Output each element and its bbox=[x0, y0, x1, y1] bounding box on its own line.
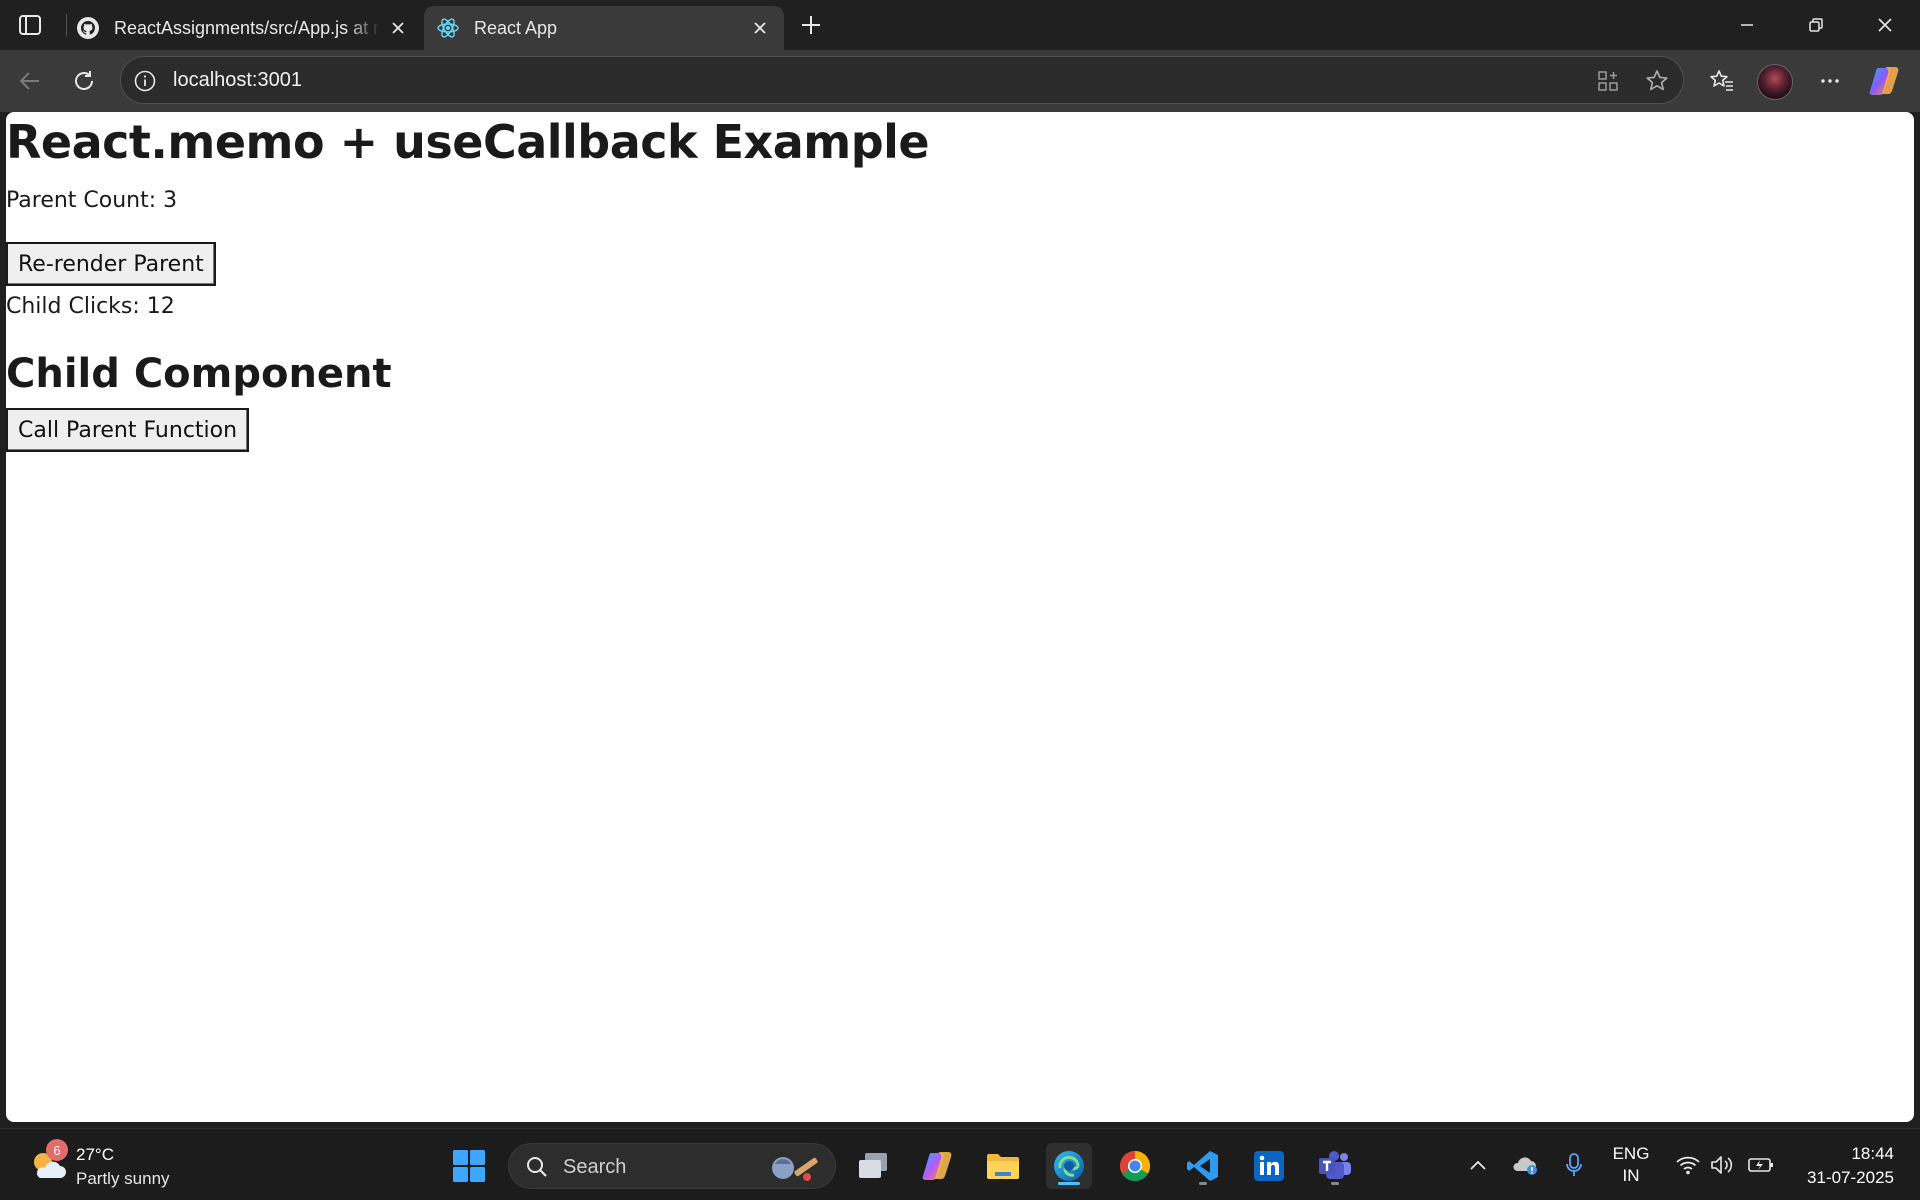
tab-title: React App bbox=[474, 17, 558, 38]
weather-temperature: 27°C bbox=[76, 1145, 114, 1164]
copilot-app-icon[interactable] bbox=[914, 1143, 960, 1189]
search-highlight-cricket-icon bbox=[772, 1157, 818, 1181]
language-line-2: IN bbox=[1622, 1166, 1640, 1185]
active-indicator bbox=[1058, 1182, 1080, 1185]
site-info-icon[interactable] bbox=[133, 69, 157, 93]
show-hidden-icons-chevron-up-icon[interactable] bbox=[1466, 1147, 1490, 1183]
language-line-1: ENG bbox=[1612, 1144, 1650, 1163]
volume-icon[interactable] bbox=[1708, 1147, 1736, 1183]
edge-browser-icon[interactable] bbox=[1046, 1143, 1092, 1189]
file-explorer-icon[interactable] bbox=[980, 1143, 1026, 1189]
favorite-star-icon[interactable] bbox=[1643, 67, 1671, 95]
back-icon[interactable] bbox=[12, 63, 48, 99]
refresh-icon[interactable] bbox=[66, 63, 102, 99]
open-indicator bbox=[1331, 1182, 1339, 1185]
call-parent-function-button[interactable]: Call Parent Function bbox=[6, 408, 250, 452]
notification-badge: 6 bbox=[46, 1139, 68, 1161]
close-tab-icon[interactable] bbox=[386, 16, 410, 40]
clock-date: 31-07-2025 bbox=[1807, 1168, 1894, 1187]
github-icon bbox=[77, 17, 99, 39]
app-available-icon[interactable] bbox=[1594, 67, 1622, 95]
start-icon[interactable] bbox=[446, 1143, 492, 1189]
search-label: Search bbox=[563, 1156, 627, 1178]
tab-actions-icon[interactable] bbox=[14, 12, 46, 38]
profile-avatar[interactable] bbox=[1757, 64, 1793, 100]
browser-tab-bar: ReactAssignments/src/App.js at m React A… bbox=[0, 0, 1920, 50]
close-window-icon[interactable] bbox=[1865, 8, 1905, 42]
new-tab-button[interactable] bbox=[796, 10, 826, 40]
microphone-icon[interactable] bbox=[1562, 1147, 1586, 1183]
react-icon bbox=[437, 18, 459, 38]
favorites-icon[interactable] bbox=[1704, 63, 1740, 99]
page-title: React.memo + useCallback Example bbox=[6, 115, 930, 169]
wifi-icon[interactable] bbox=[1674, 1147, 1702, 1183]
open-indicator bbox=[1199, 1182, 1207, 1185]
tab-title: ReactAssignments/src/App.js at m bbox=[114, 17, 380, 38]
child-clicks-text: Child Clicks: 12 bbox=[6, 294, 175, 319]
taskbar-search[interactable]: Search bbox=[508, 1143, 836, 1189]
weather-widget[interactable]: 6 27°C Partly sunny bbox=[28, 1139, 208, 1191]
windows-taskbar: 6 27°C Partly sunny Search ENG IN 18:44 … bbox=[0, 1128, 1920, 1200]
linkedin-icon[interactable] bbox=[1246, 1143, 1292, 1189]
address-bar[interactable]: localhost:3001 bbox=[120, 56, 1684, 104]
tab-github[interactable]: ReactAssignments/src/App.js at m bbox=[70, 6, 422, 50]
copilot-icon[interactable] bbox=[1866, 63, 1902, 99]
search-icon bbox=[527, 1157, 547, 1177]
taskbar-clock[interactable]: 18:44 31-07-2025 bbox=[1807, 1142, 1894, 1190]
vscode-icon[interactable] bbox=[1180, 1143, 1226, 1189]
close-tab-icon[interactable] bbox=[748, 16, 772, 40]
chrome-icon[interactable] bbox=[1112, 1143, 1158, 1189]
browser-toolbar: localhost:3001 bbox=[0, 50, 1920, 112]
minimize-icon[interactable] bbox=[1727, 8, 1767, 42]
tab-react-app[interactable]: React App bbox=[424, 6, 784, 50]
url-text[interactable]: localhost:3001 bbox=[173, 69, 302, 92]
task-view-icon[interactable] bbox=[850, 1143, 896, 1189]
battery-charging-icon[interactable] bbox=[1746, 1147, 1776, 1183]
more-options-icon[interactable] bbox=[1812, 63, 1848, 99]
restore-icon[interactable] bbox=[1796, 8, 1836, 42]
language-indicator[interactable]: ENG IN bbox=[1608, 1143, 1654, 1187]
tab-separator bbox=[66, 14, 67, 36]
clock-time: 18:44 bbox=[1851, 1144, 1894, 1163]
rerender-parent-button[interactable]: Re-render Parent bbox=[6, 242, 216, 286]
weather-condition: Partly sunny bbox=[76, 1169, 170, 1188]
parent-count-text: Parent Count: 3 bbox=[6, 188, 178, 213]
child-component-heading: Child Component bbox=[6, 351, 392, 397]
onedrive-cloud-icon[interactable] bbox=[1510, 1147, 1540, 1183]
page-viewport: React.memo + useCallback Example Parent … bbox=[6, 112, 1914, 1122]
teams-icon[interactable] bbox=[1312, 1143, 1358, 1189]
